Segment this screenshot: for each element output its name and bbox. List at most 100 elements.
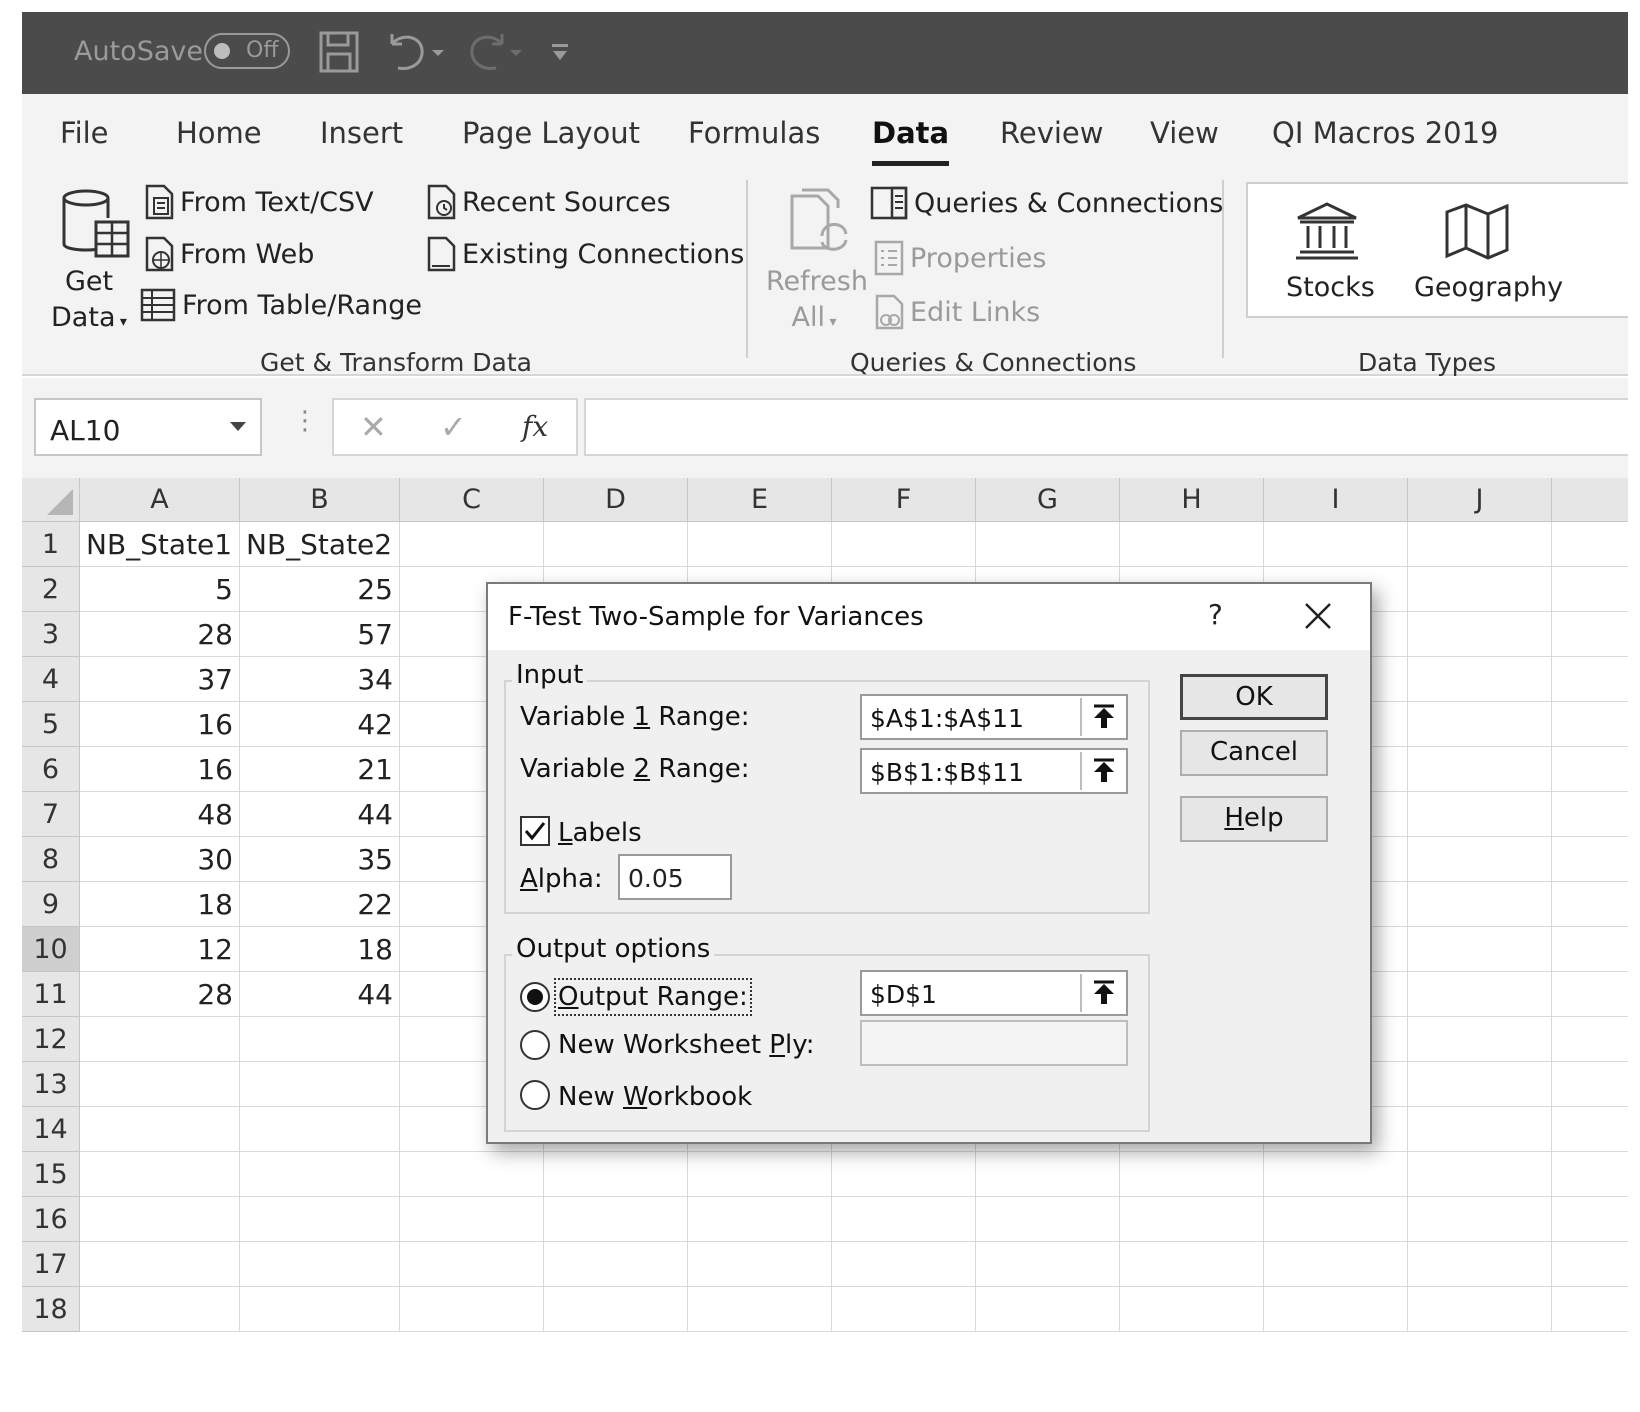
tab-review[interactable]: Review [1000, 116, 1103, 150]
row-header[interactable]: 11 [22, 972, 80, 1017]
grid-cell[interactable] [832, 1197, 976, 1242]
grid-cell[interactable]: 30 [80, 837, 240, 882]
existing-connections-button[interactable]: Existing Connections [426, 236, 744, 272]
grid-cell[interactable] [976, 522, 1120, 567]
grid-cell[interactable]: 44 [240, 972, 400, 1017]
grid-cell[interactable] [1264, 1242, 1408, 1287]
grid-cell[interactable] [1552, 657, 1628, 702]
row-header[interactable]: 9 [22, 882, 80, 927]
grid-cell[interactable] [1264, 1287, 1408, 1332]
grid-cell[interactable] [1408, 1152, 1552, 1197]
name-box-dropdown-icon[interactable] [230, 422, 246, 431]
row-header[interactable]: 6 [22, 747, 80, 792]
from-text-csv-button[interactable]: From Text/CSV [144, 184, 374, 220]
grid-cell[interactable] [1120, 1152, 1264, 1197]
grid-cell[interactable] [544, 1152, 688, 1197]
row-header[interactable]: 1 [22, 522, 80, 567]
grid-cell[interactable] [1408, 1062, 1552, 1107]
grid-cell[interactable] [832, 1152, 976, 1197]
row-header[interactable]: 8 [22, 837, 80, 882]
grid-cell[interactable] [544, 1287, 688, 1332]
tab-insert[interactable]: Insert [320, 116, 403, 150]
grid-cell[interactable] [1552, 702, 1628, 747]
column-header-f[interactable]: F [832, 478, 976, 522]
alpha-input[interactable]: 0.05 [618, 854, 732, 900]
formula-input[interactable] [584, 398, 1628, 456]
grid-cell[interactable] [688, 522, 832, 567]
grid-cell[interactable] [240, 1242, 400, 1287]
grid-cell[interactable] [1408, 1197, 1552, 1242]
column-header-g[interactable]: G [976, 478, 1120, 522]
properties-button[interactable]: Properties [874, 240, 1046, 276]
output-range-input[interactable]: $D$1 [860, 970, 1128, 1016]
grid-cell[interactable] [1552, 1062, 1628, 1107]
customize-toolbar-icon[interactable] [550, 42, 570, 64]
edit-links-button[interactable]: Edit Links [874, 294, 1040, 330]
grid-cell[interactable] [80, 1287, 240, 1332]
grid-cell[interactable] [1408, 927, 1552, 972]
collapse-dialog-button[interactable] [1080, 752, 1124, 790]
row-header[interactable]: 17 [22, 1242, 80, 1287]
recent-sources-button[interactable]: Recent Sources [426, 184, 671, 220]
grid-cell[interactable] [1552, 1107, 1628, 1152]
grid-cell[interactable] [1552, 747, 1628, 792]
tab-data[interactable]: Data [872, 116, 950, 166]
from-web-button[interactable]: From Web [144, 236, 314, 272]
grid-cell[interactable] [1408, 567, 1552, 612]
close-icon[interactable] [1300, 598, 1336, 634]
grid-cell[interactable] [240, 1017, 400, 1062]
grid-cell[interactable] [1552, 1242, 1628, 1287]
grid-cell[interactable]: 57 [240, 612, 400, 657]
tab-view[interactable]: View [1150, 116, 1219, 150]
grid-cell[interactable] [544, 1197, 688, 1242]
stocks-button[interactable]: Stocks [1268, 184, 1388, 318]
row-header[interactable]: 7 [22, 792, 80, 837]
grid-cell[interactable] [1264, 1152, 1408, 1197]
grid-cell[interactable] [1408, 837, 1552, 882]
tab-home[interactable]: Home [176, 116, 262, 150]
row-header[interactable]: 15 [22, 1152, 80, 1197]
grid-cell[interactable] [400, 1197, 544, 1242]
column-header-i[interactable]: I [1264, 478, 1408, 522]
grid-cell[interactable]: 35 [240, 837, 400, 882]
grid-cell[interactable] [832, 522, 976, 567]
grid-cell[interactable] [80, 1107, 240, 1152]
grid-cell[interactable] [544, 522, 688, 567]
grid-cell[interactable]: 28 [80, 612, 240, 657]
row-header[interactable]: 5 [22, 702, 80, 747]
grid-cell[interactable] [1408, 747, 1552, 792]
grid-cell[interactable] [1264, 1197, 1408, 1242]
refresh-all-button[interactable]: Refresh All ▾ [766, 178, 868, 338]
grid-cell[interactable] [1552, 1017, 1628, 1062]
grid-cell[interactable] [1552, 792, 1628, 837]
new-workbook-radio[interactable] [520, 1080, 550, 1110]
grid-cell[interactable]: 34 [240, 657, 400, 702]
get-data-button[interactable]: Get Data ▾ [50, 178, 130, 338]
grid-cell[interactable] [240, 1107, 400, 1152]
column-header-h[interactable]: H [1120, 478, 1264, 522]
grid-cell[interactable] [240, 1287, 400, 1332]
grid-cell[interactable]: 18 [80, 882, 240, 927]
tab-formulas[interactable]: Formulas [688, 116, 820, 150]
column-header-d[interactable]: D [544, 478, 688, 522]
grid-cell[interactable] [544, 1242, 688, 1287]
grid-cell[interactable] [1408, 1107, 1552, 1152]
grid-cell[interactable] [1408, 522, 1552, 567]
column-header-e[interactable]: E [688, 478, 832, 522]
grid-cell[interactable] [1408, 882, 1552, 927]
grid-cell[interactable]: 16 [80, 747, 240, 792]
grid-cell[interactable] [1408, 1287, 1552, 1332]
new-worksheet-ply-input[interactable] [860, 1020, 1128, 1066]
grid-cell[interactable] [1408, 972, 1552, 1017]
grid-cell[interactable] [1408, 792, 1552, 837]
undo-icon[interactable] [384, 30, 448, 74]
grid-cell[interactable] [1120, 1287, 1264, 1332]
grid-cell[interactable] [1408, 1242, 1552, 1287]
from-table-range-button[interactable]: From Table/Range [140, 288, 422, 322]
new-worksheet-ply-radio[interactable] [520, 1030, 550, 1060]
row-header[interactable]: 18 [22, 1287, 80, 1332]
grid-cell[interactable] [80, 1242, 240, 1287]
labels-checkbox[interactable] [520, 816, 550, 846]
output-range-radio[interactable] [520, 982, 550, 1012]
grid-cell[interactable] [1552, 1287, 1628, 1332]
